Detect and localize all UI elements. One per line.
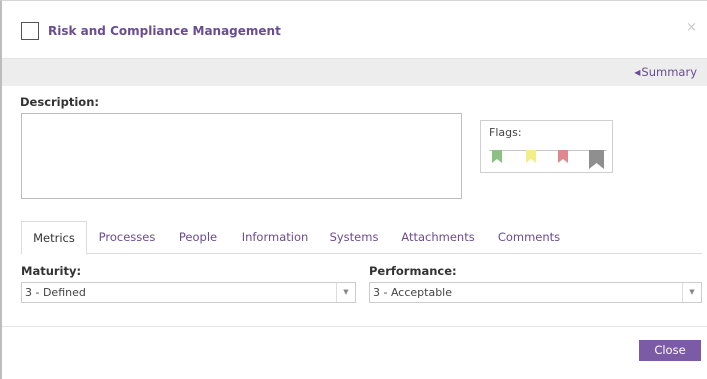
- tab-systems[interactable]: Systems: [326, 221, 382, 254]
- tab-bar: Metrics Processes People Information Sys…: [21, 221, 702, 255]
- maturity-label: Maturity:: [21, 264, 82, 278]
- flags-panel: Flags:: [480, 120, 613, 173]
- yellow-flag-icon[interactable]: [526, 150, 536, 163]
- risk-compliance-dialog: Risk and Compliance Management × ◀Summar…: [0, 0, 707, 379]
- footer-divider: [2, 326, 707, 327]
- performance-value: 3 - Acceptable: [373, 286, 452, 299]
- tab-processes[interactable]: Processes: [91, 221, 163, 254]
- tab-comments[interactable]: Comments: [493, 221, 565, 254]
- description-textarea[interactable]: [21, 113, 462, 199]
- red-flag-icon[interactable]: [558, 150, 568, 163]
- summary-bar: ◀Summary: [2, 59, 707, 86]
- close-icon[interactable]: ×: [686, 21, 697, 34]
- tab-people[interactable]: People: [173, 221, 223, 254]
- tab-information[interactable]: Information: [237, 221, 313, 254]
- green-flag-icon[interactable]: [492, 150, 502, 163]
- tab-metrics[interactable]: Metrics: [21, 221, 87, 255]
- chevron-down-icon: ▼: [682, 283, 701, 302]
- summary-label: Summary: [641, 65, 697, 79]
- maturity-value: 3 - Defined: [25, 286, 86, 299]
- gray-flag-icon[interactable]: [589, 150, 604, 169]
- dialog-header: Risk and Compliance Management ×: [2, 1, 707, 59]
- select-checkbox[interactable]: [21, 22, 39, 40]
- close-button[interactable]: Close: [639, 340, 701, 361]
- flags-label: Flags:: [489, 126, 522, 139]
- chevron-down-icon: ▼: [336, 283, 355, 302]
- tab-attachments[interactable]: Attachments: [398, 221, 478, 254]
- dialog-title: Risk and Compliance Management: [48, 24, 281, 38]
- description-label: Description:: [20, 95, 99, 109]
- performance-select[interactable]: 3 - Acceptable ▼: [369, 282, 702, 303]
- maturity-select[interactable]: 3 - Defined ▼: [21, 282, 356, 303]
- caret-left-icon: ◀: [634, 68, 641, 77]
- performance-label: Performance:: [369, 264, 457, 278]
- summary-link[interactable]: ◀Summary: [634, 65, 697, 79]
